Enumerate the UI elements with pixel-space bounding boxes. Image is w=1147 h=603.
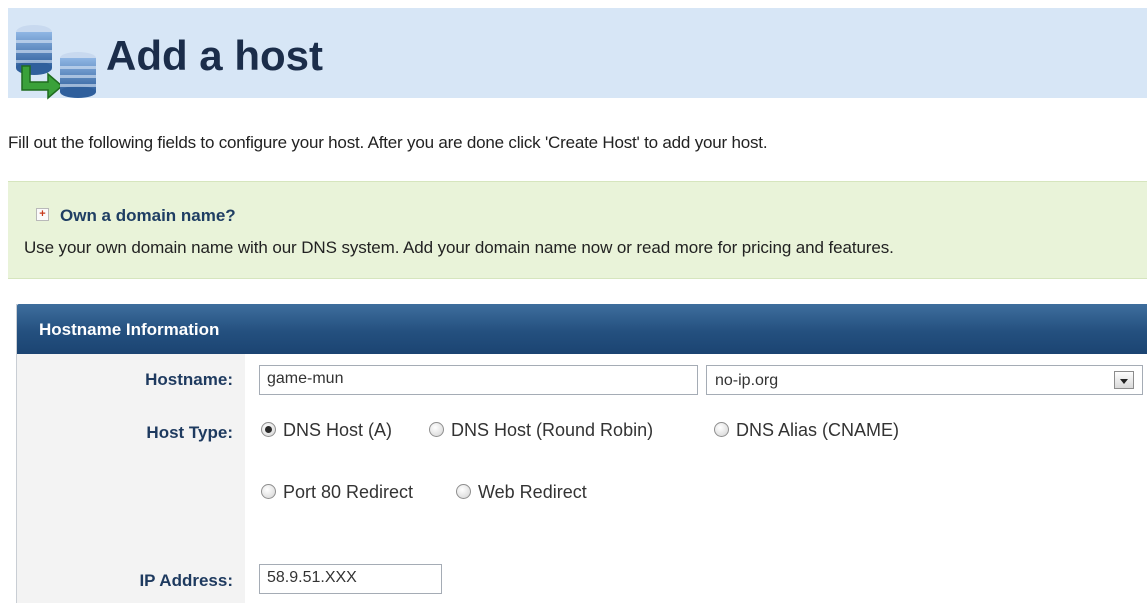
- radio-icon[interactable]: [261, 484, 276, 499]
- expand-plus-icon[interactable]: +: [36, 208, 49, 221]
- domain-select[interactable]: no-ip.org: [706, 365, 1143, 395]
- panel-title: Hostname Information: [39, 320, 220, 339]
- hostname-label: Hostname:: [145, 370, 233, 389]
- hostname-info-panel: Hostname Information Hostname: game-mun …: [16, 304, 1147, 603]
- radio-icon[interactable]: [456, 484, 471, 499]
- intro-text: Fill out the following fields to configu…: [8, 133, 768, 152]
- domain-promo: + Own a domain name? Use your own domain…: [8, 181, 1147, 279]
- host-type-label: Host Type:: [146, 423, 233, 442]
- radio-checked-icon[interactable]: [261, 422, 276, 437]
- radio-icon[interactable]: [429, 422, 444, 437]
- ip-address-label: IP Address:: [139, 571, 233, 590]
- domain-select-value: no-ip.org: [715, 372, 779, 389]
- ip-address-input[interactable]: 58.9.51.XXX: [259, 564, 442, 594]
- page-header: Add a host: [8, 8, 1147, 100]
- radio-dns-host-round-robin[interactable]: DNS Host (Round Robin): [429, 420, 653, 441]
- chevron-down-icon[interactable]: [1114, 371, 1134, 389]
- panel-header: Hostname Information: [17, 304, 1147, 354]
- radio-web-redirect[interactable]: Web Redirect: [456, 482, 587, 503]
- hostname-input[interactable]: game-mun: [259, 365, 698, 395]
- promo-text: Use your own domain name with our DNS sy…: [24, 238, 894, 257]
- radio-icon[interactable]: [714, 422, 729, 437]
- radio-port-80-redirect[interactable]: Port 80 Redirect: [261, 482, 413, 503]
- promo-title-link[interactable]: Own a domain name?: [60, 206, 236, 226]
- server-add-icon: [16, 25, 96, 100]
- label-column: [17, 354, 245, 603]
- radio-dns-alias-cname[interactable]: DNS Alias (CNAME): [714, 420, 899, 441]
- page-title: Add a host: [106, 32, 323, 79]
- radio-dns-host-a[interactable]: DNS Host (A): [261, 420, 392, 441]
